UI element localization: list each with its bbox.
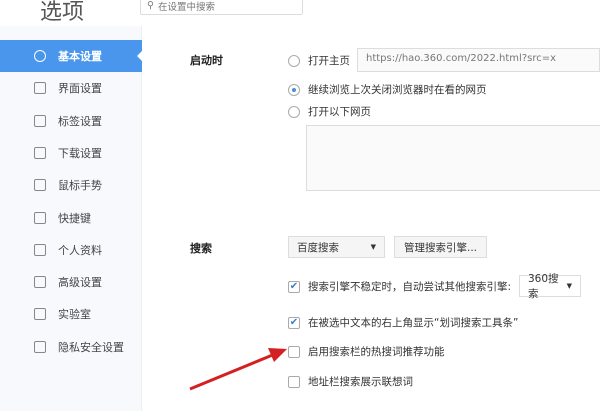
- wrench-icon: [34, 276, 46, 289]
- radio-open-pages[interactable]: 打开以下网页: [288, 104, 371, 119]
- sidebar-item[interactable]: 隐私安全设置: [0, 331, 142, 363]
- option-label: 搜索引擎不稳定时，自动尝试其他搜索引擎:: [308, 281, 512, 293]
- option-label: 启用搜索栏的热搜词推荐功能: [308, 346, 445, 358]
- window-icon: [34, 82, 46, 95]
- select-value: 百度搜索: [297, 241, 339, 254]
- tab-icon: [34, 114, 46, 127]
- sidebar-item-label: 高级设置: [58, 276, 102, 290]
- chevron-down-icon: ▼: [370, 243, 376, 251]
- sidebar-item-label: 鼠标手势: [58, 179, 102, 193]
- sidebar-item[interactable]: 标签设置: [0, 105, 142, 137]
- pages-textarea[interactable]: [306, 125, 600, 191]
- sidebar-item[interactable]: 个人资料: [0, 234, 142, 266]
- option-label: 地址栏搜索展示联想词: [308, 376, 413, 388]
- startup-label: 启动时: [190, 54, 223, 67]
- radio-icon[interactable]: [288, 54, 300, 67]
- select-value: 360搜索: [528, 273, 559, 300]
- sidebar-item-label: 个人资料: [58, 243, 102, 257]
- option-label: 在被选中文本的右上角显示“划词搜索工具条”: [308, 317, 519, 329]
- option-fallback-engine[interactable]: ✔ 搜索引擎不稳定时，自动尝试其他搜索引擎:: [288, 279, 511, 294]
- search-label: 搜索: [190, 242, 212, 255]
- search-placeholder: 在设置中搜索: [157, 1, 215, 13]
- radio-icon[interactable]: [288, 83, 300, 96]
- sidebar: 基本设置界面设置标签设置下载设置鼠标手势快捷键个人资料高级设置实验室隐私安全设置: [0, 26, 142, 411]
- sidebar-item[interactable]: 下载设置: [0, 137, 142, 169]
- user-icon: [34, 243, 46, 256]
- download-icon: [34, 146, 46, 159]
- radio-open-homepage[interactable]: 打开主页: [288, 53, 350, 68]
- option-address-suggest[interactable]: 地址栏搜索展示联想词: [288, 374, 413, 389]
- sidebar-item-label: 标签设置: [58, 114, 102, 128]
- sidebar-item[interactable]: 高级设置: [0, 266, 142, 298]
- manage-engines-button[interactable]: 管理搜索引擎...: [394, 236, 487, 258]
- fallback-engine-select[interactable]: 360搜索 ▼: [519, 273, 581, 300]
- homepage-url-input[interactable]: https://hao.360.com/2022.html?src=x: [357, 48, 600, 72]
- settings-search-input[interactable]: ⚲ 在设置中搜索: [140, 0, 303, 15]
- search-icon: ⚲: [147, 0, 154, 11]
- sidebar-item-label: 界面设置: [58, 82, 102, 96]
- radio-continue-session[interactable]: 继续浏览上次关闭浏览器时在看的网页: [288, 82, 487, 97]
- sidebar-item-label: 下载设置: [58, 146, 102, 160]
- radio-icon[interactable]: [288, 105, 300, 118]
- sidebar-item[interactable]: 快捷键: [0, 202, 142, 234]
- page-title: 选项: [40, 0, 85, 25]
- search-engine-select[interactable]: 百度搜索 ▼: [288, 236, 385, 258]
- sidebar-item-label: 快捷键: [58, 211, 91, 225]
- checkbox-icon[interactable]: [288, 375, 300, 388]
- checkbox-icon[interactable]: [288, 345, 300, 358]
- radio-label: 打开以下网页: [308, 106, 371, 118]
- sidebar-item-label: 基本设置: [58, 50, 102, 63]
- keyboard-icon: [34, 211, 46, 224]
- sidebar-item-label: 实验室: [58, 308, 91, 322]
- radio-label: 打开主页: [308, 55, 350, 67]
- sidebar-item[interactable]: 实验室: [0, 298, 142, 330]
- radio-label: 继续浏览上次关闭浏览器时在看的网页: [308, 84, 487, 96]
- option-hot-search[interactable]: 启用搜索栏的热搜词推荐功能: [288, 344, 445, 359]
- checkbox-checked-icon[interactable]: ✔: [288, 280, 300, 293]
- shield-icon: [34, 340, 46, 353]
- sidebar-item-label: 隐私安全设置: [58, 340, 124, 354]
- chevron-down-icon: ▼: [566, 282, 572, 290]
- checkbox-checked-icon[interactable]: ✔: [288, 316, 300, 329]
- sidebar-item[interactable]: 界面设置: [0, 72, 142, 104]
- gear-icon: [34, 50, 46, 62]
- flask-icon: [34, 308, 46, 321]
- mouse-icon: [34, 179, 46, 192]
- option-selection-toolbar[interactable]: ✔ 在被选中文本的右上角显示“划词搜索工具条”: [288, 315, 518, 330]
- sidebar-item[interactable]: 鼠标手势: [0, 169, 142, 201]
- sidebar-item[interactable]: 基本设置: [0, 40, 142, 72]
